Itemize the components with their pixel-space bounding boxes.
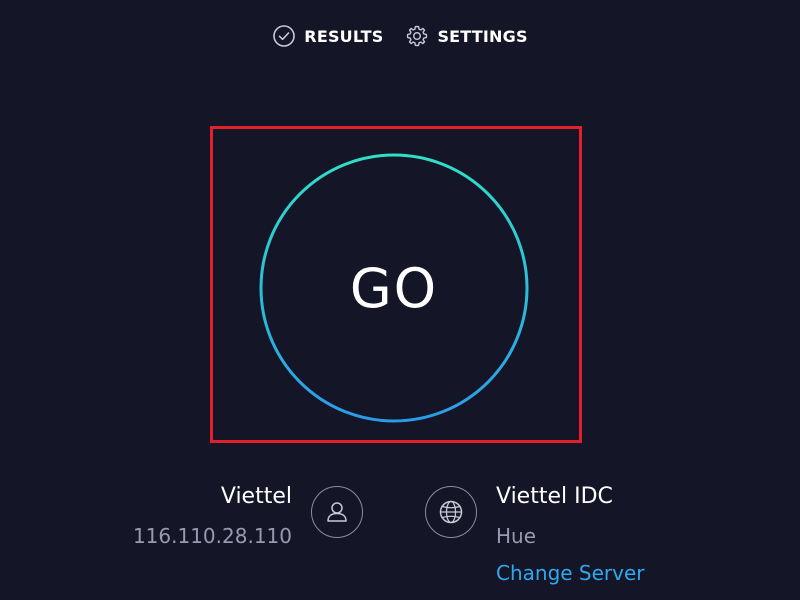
server-location: Hue [496, 524, 537, 548]
user-icon [311, 486, 363, 538]
change-server-link[interactable]: Change Server [496, 561, 645, 585]
server-name: Viettel IDC [496, 484, 613, 509]
results-label: RESULTS [304, 26, 384, 46]
go-ring: GO [258, 152, 530, 424]
results-nav-item[interactable]: RESULTS [272, 24, 383, 48]
provider-ip: 116.110.28.110 [132, 524, 292, 548]
speedtest-page: RESULTS SETTINGS GO Viettel 116.110.28.1… [0, 0, 800, 600]
top-nav: RESULTS SETTINGS [0, 22, 800, 50]
globe-icon [425, 486, 477, 538]
settings-nav-item[interactable]: SETTINGS [405, 24, 528, 48]
go-label: GO [349, 256, 439, 320]
provider-name: Viettel [220, 484, 292, 509]
check-circle-icon [272, 24, 296, 48]
settings-label: SETTINGS [437, 26, 528, 46]
gear-icon [405, 24, 429, 48]
go-button[interactable]: GO [262, 156, 526, 420]
